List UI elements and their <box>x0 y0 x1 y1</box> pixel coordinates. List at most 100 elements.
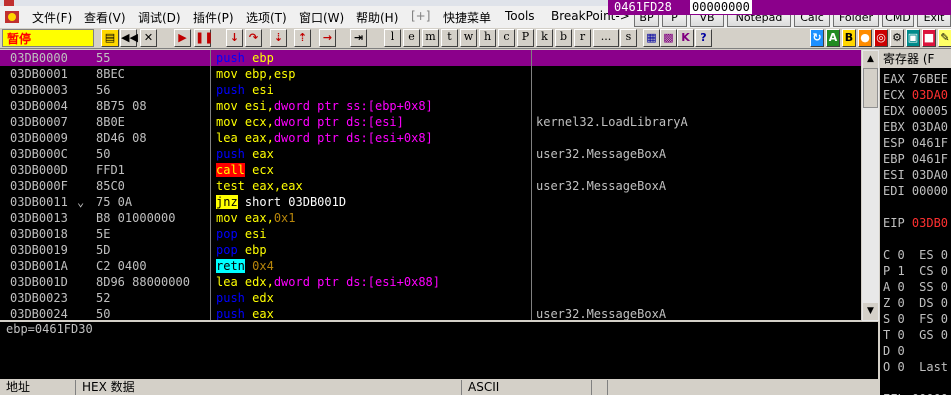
menu-window[interactable]: 窗口(W) <box>299 9 344 26</box>
mnemonic: push <box>216 307 245 320</box>
toolbar-executables-button[interactable]: e <box>403 29 420 47</box>
stack-top-row[interactable]: 0461FD28 00000000 <box>608 0 951 15</box>
menu-plus[interactable]: [+] <box>411 9 430 23</box>
disasm-row[interactable]: 03DB000D FFD1 call ecx <box>0 162 861 178</box>
open-icon[interactable]: ▤ <box>101 29 119 47</box>
a-icon[interactable]: A <box>826 29 840 47</box>
stop-icon[interactable]: ■ <box>922 29 936 47</box>
disasm-row[interactable]: 03DB0000 55 push ebp <box>0 50 861 66</box>
run-icon[interactable]: ▶ <box>174 29 191 47</box>
trace-into-icon[interactable]: ⇣ <box>270 29 287 47</box>
note-icon[interactable]: ✎ <box>938 29 951 47</box>
register-line[interactable]: ESI 03DA0 <box>883 168 948 182</box>
scroll-down-icon[interactable]: ▼ <box>863 303 878 320</box>
disassembly-pane[interactable]: 03DB0024 50 push eax user32.MessageBoxA 03DB… <box>0 50 861 320</box>
toolbar-memory-button[interactable]: m <box>422 29 439 47</box>
register-line[interactable]: EIP 03DB0 <box>883 216 948 230</box>
register-line[interactable]: EBX 03DA0 <box>883 120 948 134</box>
disasm-instruction: lea edx,dword ptr ds:[esi+0x88] <box>216 274 440 290</box>
register-line[interactable]: O 0 Last <box>883 360 948 374</box>
toolbar-threads-button[interactable]: t <box>441 29 458 47</box>
toolbar-source-button[interactable]: s <box>620 29 637 47</box>
register-line[interactable]: D 0 <box>883 344 905 358</box>
toolbar-handles-button[interactable]: h <box>479 29 496 47</box>
menu-help[interactable]: 帮助(H) <box>356 9 398 26</box>
disasm-row[interactable]: 03DB0007 8B0E mov ecx,dword ptr ds:[esi] ke… <box>0 114 861 130</box>
step-over-icon[interactable]: ↷ <box>245 29 262 47</box>
menu-shortcut[interactable]: 快捷菜单 <box>443 9 491 26</box>
disasm-row[interactable]: 03DB0001 8BEC mov ebp,esp <box>0 66 861 82</box>
register-line[interactable]: T 0 GS 0 <box>883 328 948 342</box>
menu-options[interactable]: 选项(T) <box>246 9 287 26</box>
toolbar-log-button[interactable]: l <box>384 29 401 47</box>
target-icon[interactable]: ◎ <box>874 29 888 47</box>
grid-icon[interactable]: ▩ <box>660 29 677 47</box>
register-line[interactable]: Z 0 DS 0 <box>883 296 948 310</box>
register-line[interactable]: S 0 FS 0 <box>883 312 948 326</box>
toolbar-runtrace-button[interactable]: ... <box>593 29 619 47</box>
k-icon[interactable]: K <box>677 29 694 47</box>
disasm-row[interactable]: 03DB001D 8D96 88000000 lea edx,dword ptr d… <box>0 274 861 290</box>
dump-col-address[interactable]: 地址 <box>0 380 76 395</box>
menu-plugins[interactable]: 插件(P) <box>193 9 234 26</box>
rewind-icon[interactable]: ◀◀ <box>120 29 138 47</box>
scroll-thumb[interactable] <box>863 68 878 108</box>
disasm-row[interactable]: 03DB0003 56 push esi <box>0 82 861 98</box>
disasm-comment: kernel32.LoadLibraryA <box>536 115 688 129</box>
toolbar-references-button[interactable]: r <box>574 29 591 47</box>
disasm-row[interactable]: 03DB0011 ⌄ 75 0A jnz short 03DB001D <box>0 194 861 210</box>
register-line[interactable]: EDX 00005 <box>883 104 948 118</box>
menu-tools[interactable]: Tools <box>505 9 535 23</box>
mnemonic: pop <box>216 227 238 241</box>
registers-pane[interactable]: EAX 76BEE ECX 03DA0 EDX 00005 EBX 03DA0 ESP … <box>880 50 951 395</box>
disasm-hex: 50 <box>96 307 111 320</box>
register-line[interactable]: EAX 76BEE <box>883 72 948 86</box>
mnemonic: push <box>216 51 245 65</box>
pane-splitter[interactable] <box>592 380 608 395</box>
disasm-row[interactable]: 03DB0018 5E pop esi <box>0 226 861 242</box>
register-line[interactable]: ESP 0461F <box>883 136 948 150</box>
close-icon[interactable]: ✕ <box>140 29 157 47</box>
step-into-icon[interactable]: ↓ <box>226 29 243 47</box>
toolbar-callstack-button[interactable]: k <box>536 29 553 47</box>
trace-over-icon[interactable]: ⇡ <box>294 29 311 47</box>
scroll-up-icon[interactable]: ▲ <box>863 51 878 68</box>
menu-debug[interactable]: 调试(D) <box>138 9 181 26</box>
register-line[interactable]: P 1 CS 0 <box>883 264 948 278</box>
toolbar-windows-button[interactable]: w <box>460 29 477 47</box>
disasm-row[interactable]: 03DB0013 B8 01000000 mov eax,0x1 <box>0 210 861 226</box>
list-icon[interactable]: ▦ <box>643 29 660 47</box>
disasm-row[interactable]: 03DB001A C2 0400 retn 0x4 <box>0 258 861 274</box>
disasm-row[interactable]: 03DB0009 8D46 08 lea eax,dword ptr ds:[esi… <box>0 130 861 146</box>
disasm-instruction: push eax <box>216 306 274 320</box>
pause-icon[interactable]: ❚❚ <box>194 29 213 47</box>
disasm-row[interactable]: 03DB0023 52 push edx <box>0 290 861 306</box>
disassembly-scrollbar[interactable]: ▲ ▼ <box>862 50 879 321</box>
disasm-row[interactable]: 03DB0024 50 push eax user32.MessageBoxA <box>0 306 861 320</box>
register-line[interactable]: A 0 SS 0 <box>883 280 948 294</box>
menu-file[interactable]: 文件(F) <box>32 9 72 26</box>
toolbar-breakpoints-button[interactable]: b <box>555 29 572 47</box>
disasm-row[interactable]: 03DB0004 8B75 08 mov esi,dword ptr ss:[ebp… <box>0 98 861 114</box>
toolbar-patches-button[interactable]: P <box>517 29 534 47</box>
disasm-row[interactable]: 03DB000C 50 push eax user32.MessageBoxA <box>0 146 861 162</box>
execute-till-return-icon[interactable]: → <box>319 29 336 47</box>
help-icon[interactable]: ? <box>695 29 712 47</box>
settings-icon[interactable]: ⚙ <box>890 29 904 47</box>
disasm-row[interactable]: 03DB000F 85C0 test eax,eax user32.MessageBo… <box>0 178 861 194</box>
b-icon[interactable]: B <box>842 29 856 47</box>
dump-col-ascii[interactable]: ASCII <box>462 380 592 395</box>
plugin-icon[interactable]: ▣ <box>906 29 920 47</box>
goto-icon[interactable]: ⇥ <box>350 29 367 47</box>
register-line[interactable]: EDI 00000 <box>883 184 948 198</box>
register-line[interactable]: ECX 03DA0 <box>883 88 948 102</box>
register-line[interactable]: EBP 0461F <box>883 152 948 166</box>
refresh-icon[interactable]: ↻ <box>810 29 824 47</box>
dump-col-hex[interactable]: HEX 数据 <box>76 380 462 395</box>
record-icon[interactable]: ● <box>858 29 872 47</box>
toolbar-cpu-button[interactable]: c <box>498 29 515 47</box>
register-line[interactable]: C 0 ES 0 <box>883 248 948 262</box>
operand: dword ptr ss:[ebp+0x8] <box>273 99 433 113</box>
menu-view[interactable]: 查看(V) <box>84 9 126 26</box>
disasm-row[interactable]: 03DB0019 5D pop ebp <box>0 242 861 258</box>
